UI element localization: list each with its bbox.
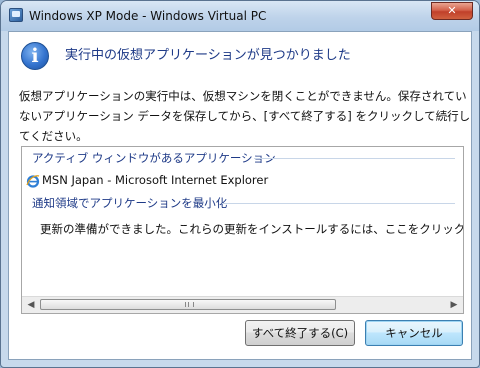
group-header-active-windows: アクティブ ウィンドウがあるアプリケーション	[32, 151, 276, 165]
title-bar[interactable]: Windows XP Mode - Windows Virtual PC ✕	[1, 1, 479, 31]
close-button[interactable]: ✕	[431, 2, 473, 20]
dialog-message: 仮想アプリケーションの実行中は、仮想マシンを閉くことができません。保存されていな…	[19, 89, 471, 143]
scroll-right-arrow-icon[interactable]: ▶	[446, 298, 462, 312]
list-item-label: MSN Japan - Microsoft Internet Explorer	[42, 173, 269, 187]
scrollbar-thumb[interactable]	[40, 299, 336, 310]
internet-explorer-icon	[26, 174, 40, 188]
grip-icon	[185, 302, 194, 307]
list-item-update-notice[interactable]: 更新の準備ができました。これらの更新をインストールするには、ここをクリックしてく…	[40, 221, 463, 237]
cancel-button[interactable]: キャンセル	[365, 320, 463, 346]
running-applications-list[interactable]: アクティブ ウィンドウがあるアプリケーション MSN Japan - Micro…	[21, 146, 464, 314]
group-divider	[222, 203, 455, 204]
dialog-content: i 実行中の仮想アプリケーションが見つかりました 仮想アプリケーションの実行中は…	[8, 31, 472, 360]
close-all-button[interactable]: すべて終了する(C)	[245, 320, 355, 346]
dialog-window: Windows XP Mode - Windows Virtual PC ✕ i…	[0, 0, 480, 368]
group-header-notification-area: 通知領域でアプリケーションを最小化	[32, 196, 228, 210]
dialog-heading: 実行中の仮想アプリケーションが見つかりました	[65, 48, 351, 63]
scroll-left-arrow-icon[interactable]: ◀	[23, 298, 39, 312]
window-title: Windows XP Mode - Windows Virtual PC	[29, 9, 267, 23]
horizontal-scrollbar[interactable]: ◀ ▶	[22, 296, 463, 313]
virtual-pc-app-icon	[9, 8, 23, 22]
group-divider	[254, 158, 455, 159]
info-icon: i	[21, 42, 49, 70]
list-item-application[interactable]: MSN Japan - Microsoft Internet Explorer	[26, 173, 268, 191]
